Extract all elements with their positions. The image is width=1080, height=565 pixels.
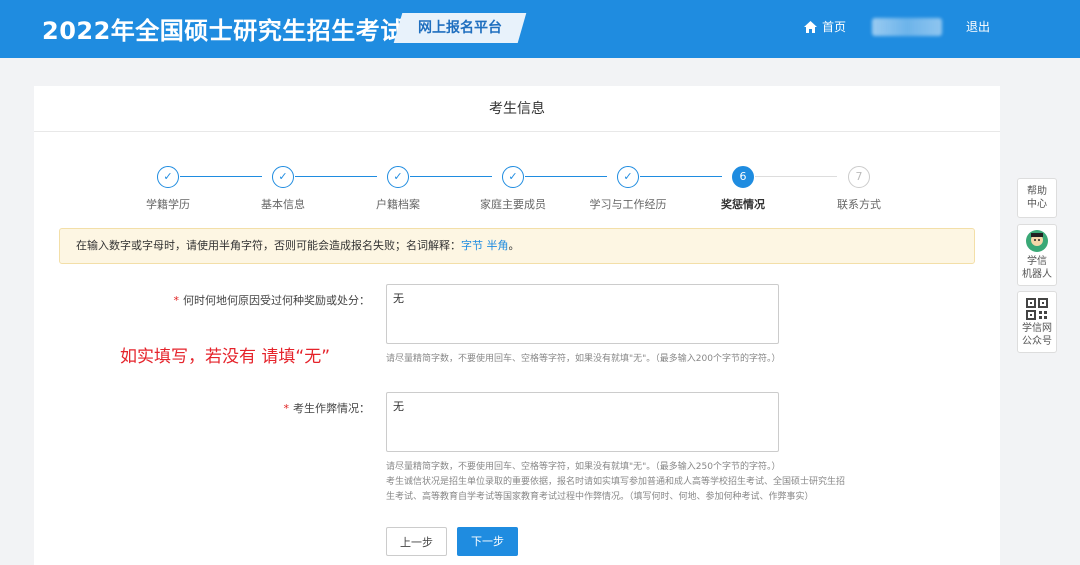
step-1[interactable]: ✓ 学籍学历 <box>123 166 213 212</box>
robot-avatar-icon <box>1026 230 1048 252</box>
step-2-circle: ✓ <box>272 166 294 188</box>
platform-badge: 网上报名平台 <box>393 13 527 43</box>
step-7-label: 联系方式 <box>837 198 881 211</box>
home-link-label: 首页 <box>822 20 847 34</box>
blurred-username <box>872 18 942 36</box>
step-6-circle: 6 <box>732 166 754 188</box>
halfwidth-link[interactable]: 半角 <box>487 239 509 252</box>
main-card: 考生信息 ✓ 学籍学历 ✓ 基本信息 ✓ 户籍档案 ✓ 家庭主要成员 ✓ 学习与… <box>34 86 1000 565</box>
home-link[interactable]: 首页 <box>804 18 846 35</box>
home-icon <box>804 20 817 33</box>
robot-line-1: 学信 <box>1027 256 1047 267</box>
step-6[interactable]: 6 奖惩情况 <box>698 166 788 212</box>
step-7-circle: 7 <box>848 166 870 188</box>
help-center-button[interactable]: 帮助 中心 <box>1017 178 1057 218</box>
step-1-label: 学籍学历 <box>146 198 190 211</box>
step-3-circle: ✓ <box>387 166 409 188</box>
reward-textarea[interactable]: 无 <box>386 284 779 344</box>
prev-step-button[interactable]: 上一步 <box>386 527 447 556</box>
robot-line-2: 机器人 <box>1022 269 1052 280</box>
step-2[interactable]: ✓ 基本信息 <box>238 166 328 212</box>
halfwidth-notice: 在输入数字或字母时，请使用半角字符，否则可能会造成报名失败；名词解释：字节 半角… <box>59 228 975 264</box>
cheating-hint-3: 生考试、高等教育自学考试等国家教育考试过程中作弊情况。（填写何时、何地、参加何种… <box>386 492 814 502</box>
reward-label-text: 何时何地何原因受过何种奖励或处分： <box>183 294 370 307</box>
qr-code-icon <box>1026 298 1048 320</box>
step-3[interactable]: ✓ 户籍档案 <box>353 166 443 212</box>
step-3-label: 户籍档案 <box>376 198 420 211</box>
step-6-label: 奖惩情况 <box>721 198 765 211</box>
site-title: 2022年全国硕士研究生招生考试 <box>42 17 405 45</box>
reward-label: * 何时何地何原因受过何种奖励或处分： <box>174 292 371 308</box>
red-annotation: 如实填写，若没有 请填“无” <box>120 347 331 367</box>
required-mark: * <box>173 294 180 307</box>
step-4-circle: ✓ <box>502 166 524 188</box>
step-5-label: 学习与工作经历 <box>589 198 667 211</box>
step-5[interactable]: ✓ 学习与工作经历 <box>583 166 673 212</box>
cheating-hint-1: 请尽量精简字数，不要使用回车、空格等字符，如果没有就填"无"。（最多输入250个… <box>386 462 781 472</box>
logout-link[interactable]: 退出 <box>966 18 990 35</box>
cheating-label: * 考生作弊情况： <box>284 400 371 416</box>
robot-button[interactable]: 学信 机器人 <box>1017 224 1057 286</box>
step-1-circle: ✓ <box>157 166 179 188</box>
required-mark: * <box>283 402 290 415</box>
step-5-circle: ✓ <box>617 166 639 188</box>
wechat-official-button[interactable]: 学信网 公众号 <box>1017 291 1057 353</box>
step-7: 7 联系方式 <box>814 166 904 212</box>
qr-line-1: 学信网 <box>1022 323 1052 334</box>
platform-badge-label: 网上报名平台 <box>418 20 502 36</box>
bytes-link[interactable]: 字节 <box>461 239 483 252</box>
notice-text: 在输入数字或字母时，请使用半角字符，否则可能会造成报名失败；名词解释： <box>76 239 461 252</box>
step-4[interactable]: ✓ 家庭主要成员 <box>468 166 558 212</box>
cheating-label-text: 考生作弊情况： <box>293 402 370 415</box>
cheating-textarea[interactable]: 无 <box>386 392 779 452</box>
top-header: 2022年全国硕士研究生招生考试 网上报名平台 首页 退出 <box>0 0 1080 58</box>
reward-hint: 请尽量精简字数，不要使用回车、空格等字符，如果没有就填"无"。（最多输入200个… <box>386 354 781 364</box>
help-line-1: 帮助 <box>1027 186 1047 197</box>
step-4-label: 家庭主要成员 <box>480 198 546 211</box>
step-2-label: 基本信息 <box>261 198 305 211</box>
card-title: 考生信息 <box>34 86 1000 132</box>
help-line-2: 中心 <box>1027 199 1047 210</box>
next-step-button[interactable]: 下一步 <box>457 527 518 556</box>
notice-end: 。 <box>508 239 520 252</box>
cheating-hint-2: 考生诚信状况是招生单位录取的重要依据，报名时请如实填写参加普通和成人高等学校招生… <box>386 477 846 487</box>
qr-line-2: 公众号 <box>1022 336 1052 347</box>
